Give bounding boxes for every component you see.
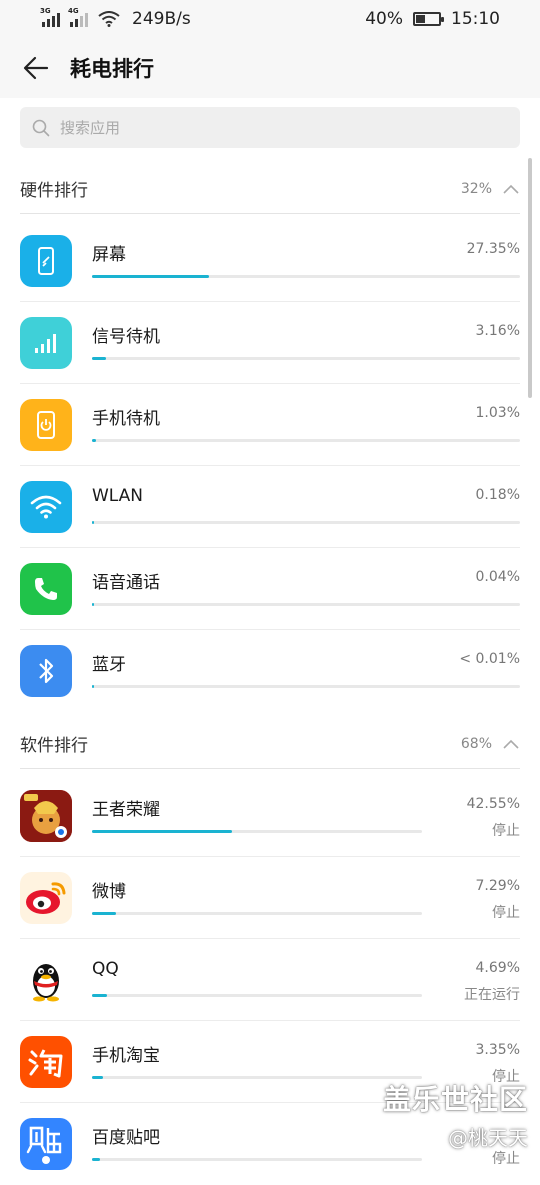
network-speed: 249B/s bbox=[132, 9, 191, 29]
usage-bar bbox=[92, 357, 520, 360]
tieba-icon bbox=[20, 1118, 72, 1170]
wifi-status-icon bbox=[98, 11, 120, 27]
row-percent: 4.69% bbox=[475, 960, 520, 976]
row-label: 微博 bbox=[92, 882, 126, 902]
watermark-site: 盖乐世社区 bbox=[382, 1083, 528, 1116]
hardware-row-bluetooth[interactable]: 蓝牙 < 0.01% bbox=[20, 630, 520, 712]
app-status: 正在运行 bbox=[464, 987, 520, 1003]
app-status: 停止 bbox=[492, 823, 520, 839]
phone-standby-icon bbox=[20, 399, 72, 451]
usage-bar bbox=[92, 912, 422, 915]
software-row-weibo[interactable]: 微博 7.29% 停止 bbox=[20, 857, 520, 939]
usage-bar bbox=[92, 603, 520, 606]
usage-bar bbox=[92, 994, 422, 997]
app-bar: 耗电排行 bbox=[0, 38, 540, 98]
hardware-row-screen[interactable]: 屏幕 27.35% bbox=[20, 220, 520, 302]
back-button[interactable] bbox=[20, 52, 52, 84]
row-percent: 27.35% bbox=[466, 241, 520, 257]
row-label: 王者荣耀 bbox=[92, 800, 160, 820]
row-percent: 0.04% bbox=[475, 569, 520, 585]
taobao-icon bbox=[20, 1036, 72, 1088]
weibo-icon bbox=[20, 872, 72, 924]
usage-bar bbox=[92, 439, 520, 442]
row-label: 信号待机 bbox=[92, 327, 160, 347]
battery-percent: 40% bbox=[365, 9, 403, 29]
chevron-up-icon[interactable] bbox=[502, 183, 520, 195]
hardware-section-header[interactable]: 硬件排行 32% bbox=[20, 164, 520, 214]
software-section-percent: 68% bbox=[460, 735, 492, 752]
row-percent: 7.29% bbox=[475, 878, 520, 894]
software-row-qq[interactable]: QQ 4.69% 正在运行 bbox=[20, 939, 520, 1021]
row-label: WLAN bbox=[92, 486, 144, 506]
row-label: 屏幕 bbox=[92, 245, 126, 265]
row-percent: 0.18% bbox=[475, 487, 520, 503]
row-label: 百度贴吧 bbox=[92, 1128, 160, 1148]
search-icon bbox=[32, 119, 50, 136]
row-label: 蓝牙 bbox=[92, 655, 126, 675]
software-row-honor-of-kings[interactable]: 王者荣耀 42.55% 停止 bbox=[20, 775, 520, 857]
row-label: QQ bbox=[92, 959, 119, 979]
app-status: 停止 bbox=[492, 905, 520, 921]
watermark-author: @桃天天 bbox=[448, 1126, 528, 1150]
row-percent: 3.16% bbox=[475, 323, 520, 339]
row-percent: 42.55% bbox=[466, 796, 520, 812]
row-label: 手机淘宝 bbox=[92, 1046, 160, 1066]
row-label: 语音通话 bbox=[92, 573, 160, 593]
hardware-row-wlan[interactable]: WLAN 0.18% bbox=[20, 466, 520, 548]
wifi-icon bbox=[20, 481, 72, 533]
status-bar: 3G 4G 249B/s 40% 15:10 bbox=[0, 0, 540, 38]
signal-4g-icon: 4G bbox=[68, 7, 88, 27]
usage-bar bbox=[92, 275, 520, 278]
bluetooth-icon bbox=[20, 645, 72, 697]
usage-bar bbox=[92, 1158, 422, 1161]
game-icon bbox=[20, 790, 72, 842]
scrollbar[interactable] bbox=[528, 158, 532, 398]
phone-call-icon bbox=[20, 563, 72, 615]
watermark: 盖乐世社区 @桃天天 bbox=[383, 1078, 528, 1151]
software-section-header[interactable]: 软件排行 68% bbox=[20, 719, 520, 769]
hardware-row-phone-standby[interactable]: 手机待机 1.03% bbox=[20, 384, 520, 466]
usage-bar bbox=[92, 685, 520, 688]
screen-icon bbox=[20, 235, 72, 287]
software-section-title: 软件排行 bbox=[20, 736, 88, 756]
page-title: 耗电排行 bbox=[70, 57, 154, 81]
row-percent: 1.03% bbox=[475, 405, 520, 421]
signal-icon bbox=[20, 317, 72, 369]
hardware-section-title: 硬件排行 bbox=[20, 181, 88, 201]
usage-bar bbox=[92, 1076, 422, 1079]
usage-bar bbox=[92, 521, 520, 524]
search-input[interactable] bbox=[60, 118, 480, 137]
chevron-up-icon[interactable] bbox=[502, 738, 520, 750]
qq-penguin-icon bbox=[20, 954, 72, 1006]
row-percent: < 0.01% bbox=[459, 651, 520, 667]
arrow-left-icon bbox=[23, 56, 49, 80]
hardware-section-percent: 32% bbox=[460, 180, 492, 197]
usage-bar bbox=[92, 830, 422, 833]
app-status: 停止 bbox=[492, 1151, 520, 1167]
row-label: 手机待机 bbox=[92, 409, 160, 429]
search-box[interactable] bbox=[20, 107, 520, 148]
hardware-row-signal[interactable]: 信号待机 3.16% bbox=[20, 302, 520, 384]
hardware-row-voice-call[interactable]: 语音通话 0.04% bbox=[20, 548, 520, 630]
battery-icon bbox=[413, 12, 444, 26]
clock: 15:10 bbox=[451, 9, 500, 29]
row-percent: 3.35% bbox=[475, 1042, 520, 1058]
signal-3g-icon: 3G bbox=[40, 7, 60, 27]
